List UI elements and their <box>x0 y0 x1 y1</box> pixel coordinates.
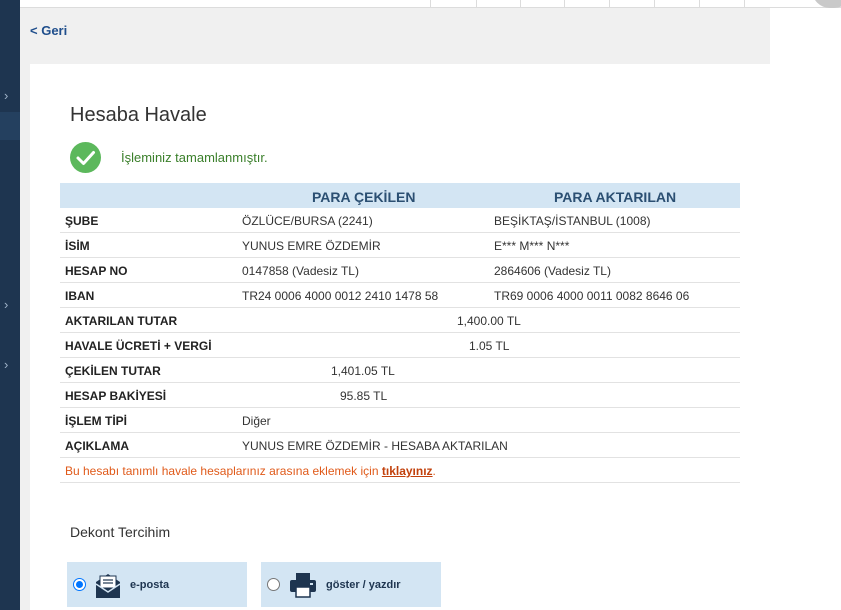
row-label: IBAN <box>65 289 95 303</box>
topbar-button[interactable] <box>430 0 431 8</box>
from-value: 0147858 (Vadesiz TL) <box>242 264 359 278</box>
avatar[interactable] <box>812 0 841 8</box>
transaction-type-value: Diğer <box>242 414 271 428</box>
from-value: TR24 0006 4000 0012 2410 1478 58 <box>242 289 439 303</box>
table-header: PARA ÇEKİLEN PARA AKTARILAN <box>60 183 740 208</box>
sidebar-active-item[interactable] <box>0 112 20 140</box>
table-row: HESAP NO 0147858 (Vadesiz TL) 2864606 (V… <box>60 258 740 283</box>
left-sidebar: › › › <box>0 0 20 610</box>
table-row: AÇIKLAMA YUNUS EMRE ÖZDEMİR - HESABA AKT… <box>60 433 740 458</box>
table-row: HESAP BAKİYESİ 95.85 TL <box>60 383 740 408</box>
print-option-label: göster / yazdır <box>326 578 401 591</box>
check-circle-icon <box>70 142 101 173</box>
envelope-icon <box>94 570 122 600</box>
page-title: Hesaba Havale <box>70 104 207 126</box>
email-radio[interactable] <box>73 578 86 591</box>
transfer-details-table: PARA ÇEKİLEN PARA AKTARILAN ŞUBE ÖZLÜCE/… <box>60 183 740 483</box>
printer-icon <box>288 571 318 599</box>
chevron-right-icon[interactable]: › <box>4 358 8 371</box>
to-value: BEŞİKTAŞ/İSTANBUL (1008) <box>494 214 651 228</box>
row-label: HESAP BAKİYESİ <box>65 389 167 403</box>
description-value: YUNUS EMRE ÖZDEMİR - HESABA AKTARILAN <box>242 439 508 453</box>
email-option-label: e-posta <box>130 578 170 591</box>
add-account-link[interactable]: tıklayınız <box>382 464 433 478</box>
print-radio[interactable] <box>267 578 280 591</box>
back-link[interactable]: < Geri <box>30 23 67 38</box>
row-label: AÇIKLAMA <box>65 439 129 453</box>
info-text: Bu hesabı tanımlı havale hesaplarınız ar… <box>65 464 379 478</box>
chevron-right-icon[interactable]: › <box>4 89 8 102</box>
row-label: ŞUBE <box>65 214 99 228</box>
topbar-button[interactable] <box>564 0 565 8</box>
amount-value: 1,400.00 TL <box>457 314 521 328</box>
success-message: İşleminiz tamamlanmıştır. <box>121 150 268 165</box>
topbar-button[interactable] <box>476 0 477 8</box>
from-value: YUNUS EMRE ÖZDEMİR <box>242 239 381 253</box>
print-receipt-option[interactable]: göster / yazdır <box>261 562 441 607</box>
right-panel <box>770 8 841 610</box>
withdrawn-value: 1,401.05 TL <box>331 364 395 378</box>
row-label: İSİM <box>65 239 90 253</box>
topbar-button[interactable] <box>609 0 610 8</box>
table-row: IBAN TR24 0006 4000 0012 2410 1478 58 TR… <box>60 283 740 308</box>
column-header-from: PARA ÇEKİLEN <box>312 189 416 205</box>
balance-value: 95.85 TL <box>340 389 388 403</box>
row-label: HESAP NO <box>65 264 128 278</box>
row-label: ÇEKİLEN TUTAR <box>65 364 161 378</box>
row-label: İŞLEM TİPİ <box>65 414 128 428</box>
topbar-button[interactable] <box>744 0 745 8</box>
table-row: ÇEKİLEN TUTAR 1,401.05 TL <box>60 358 740 383</box>
to-value: 2864606 (Vadesiz TL) <box>494 264 611 278</box>
to-value: E*** M*** N*** <box>494 239 570 253</box>
topbar-button[interactable] <box>699 0 700 8</box>
from-value: ÖZLÜCE/BURSA (2241) <box>242 214 373 228</box>
column-header-to: PARA AKTARILAN <box>554 189 677 205</box>
top-bar <box>20 0 841 8</box>
topbar-button[interactable] <box>520 0 521 8</box>
table-row: ŞUBE ÖZLÜCE/BURSA (2241) BEŞİKTAŞ/İSTANB… <box>60 208 740 233</box>
table-row: İŞLEM TİPİ Diğer <box>60 408 740 433</box>
row-label: AKTARILAN TUTAR <box>65 314 178 328</box>
to-value: TR69 0006 4000 0011 0082 8646 06 <box>494 289 690 303</box>
table-row: HAVALE ÜCRETİ + VERGİ 1.05 TL <box>60 333 740 358</box>
email-receipt-option[interactable]: e-posta <box>67 562 247 607</box>
row-label: HAVALE ÜCRETİ + VERGİ <box>65 339 212 353</box>
receipt-preference-title: Dekont Tercihim <box>70 524 171 540</box>
topbar-button[interactable] <box>654 0 655 8</box>
table-row: AKTARILAN TUTAR 1,400.00 TL <box>60 308 740 333</box>
info-suffix: . <box>432 464 436 478</box>
table-row: İSİM YUNUS EMRE ÖZDEMİR E*** M*** N*** <box>60 233 740 258</box>
chevron-right-icon[interactable]: › <box>4 298 8 311</box>
info-row: Bu hesabı tanımlı havale hesaplarınız ar… <box>60 458 740 483</box>
fee-value: 1.05 TL <box>469 339 510 353</box>
add-account-info: Bu hesabı tanımlı havale hesaplarınız ar… <box>65 464 436 478</box>
